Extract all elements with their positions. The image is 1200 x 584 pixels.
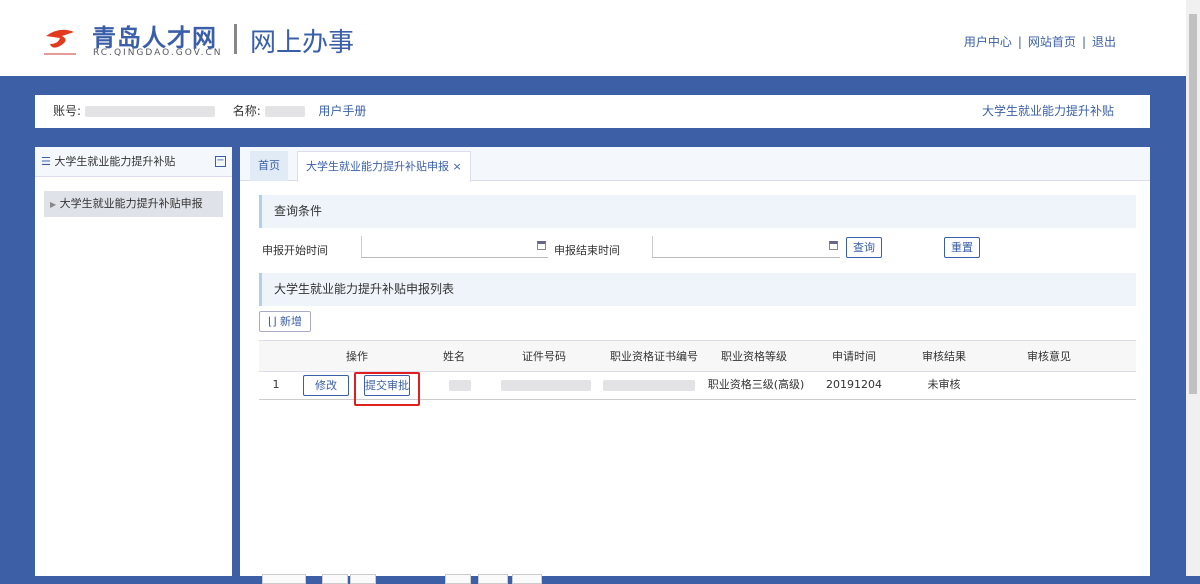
- cert-redacted: [603, 380, 695, 391]
- user-center-link[interactable]: 用户中心: [964, 35, 1012, 49]
- sidebar-title: 大学生就业能力提升补贴: [54, 155, 176, 168]
- col-action: 操作: [346, 350, 368, 363]
- tab-home[interactable]: 首页: [250, 151, 288, 181]
- account-bar: 账号: 名称: 用户手册 大学生就业能力提升补贴: [35, 95, 1150, 128]
- search-button[interactable]: 查询: [846, 237, 882, 258]
- sidebar-header: ☰ 大学生就业能力提升补贴 −: [35, 147, 232, 177]
- sidebar: ☰ 大学生就业能力提升补贴 − ▶ 大学生就业能力提升补贴申报: [35, 147, 232, 576]
- id-redacted: [501, 380, 591, 391]
- table-header: 操作 姓名 证件号码 职业资格证书编号 职业资格等级 申请时间 审核结果 审核意…: [259, 340, 1136, 372]
- scrollbar-thumb[interactable]: [1189, 14, 1197, 394]
- brand-domain: RC.QINGDAO.GOV.CN: [93, 48, 223, 58]
- logo-icon: [44, 29, 76, 55]
- col-id: 证件号码: [522, 350, 566, 363]
- row-level: 职业资格三级(高级): [707, 378, 805, 391]
- add-icon: ⌊⌋: [267, 315, 281, 328]
- add-label: 新增: [280, 315, 303, 328]
- row-status: 未审核: [927, 378, 961, 391]
- divider: [234, 24, 237, 54]
- home-site-link[interactable]: 网站首页: [1028, 35, 1076, 49]
- name-label: 名称:: [232, 104, 261, 118]
- site-slogan: 网上办事: [250, 28, 355, 58]
- add-button[interactable]: ⌊⌋ 新增: [259, 311, 311, 332]
- menu-icon: ☰: [41, 155, 51, 168]
- row-index: 1: [272, 378, 280, 391]
- reset-button[interactable]: 重置: [944, 237, 980, 258]
- end-time-label: 申报结束时间: [554, 244, 620, 257]
- user-manual-link[interactable]: 用户手册: [318, 104, 366, 118]
- collapse-icon[interactable]: −: [215, 156, 226, 167]
- account-value-redacted: [84, 106, 215, 117]
- col-date: 申请时间: [832, 350, 876, 363]
- highlight-box: [354, 372, 420, 406]
- col-level: 职业资格等级: [721, 350, 787, 363]
- calendar-icon[interactable]: [829, 241, 838, 250]
- col-status: 审核结果: [922, 350, 966, 363]
- tab-apply[interactable]: 大学生就业能力提升补贴申报 ×: [297, 151, 471, 182]
- account-label: 账号:: [53, 104, 82, 118]
- page-scrollbar[interactable]: [1186, 0, 1200, 576]
- tab-bar: 首页 大学生就业能力提升补贴申报 ×: [240, 147, 1150, 182]
- module-link[interactable]: 大学生就业能力提升补贴: [982, 95, 1114, 128]
- sidebar-item-apply[interactable]: ▶ 大学生就业能力提升补贴申报: [44, 191, 223, 217]
- start-time-label: 申报开始时间: [262, 244, 328, 257]
- list-section-title: 大学生就业能力提升补贴申报列表: [259, 273, 1136, 306]
- main-panel: 首页 大学生就业能力提升补贴申报 × 查询条件 申报开始时间 申报结束时间 查询…: [240, 147, 1150, 584]
- edit-button[interactable]: 修改: [303, 375, 349, 396]
- arrow-right-icon: ▶: [50, 200, 57, 209]
- logout-link[interactable]: 退出: [1092, 35, 1116, 49]
- start-time-input[interactable]: [361, 236, 548, 258]
- name-redacted: [449, 380, 471, 391]
- col-name: 姓名: [443, 350, 465, 363]
- query-section-title: 查询条件: [259, 195, 1136, 228]
- top-links: 用户中心 | 网站首页 | 退出: [963, 35, 1116, 49]
- site-header: 青岛人才网 RC.QINGDAO.GOV.CN 网上办事 用户中心 | 网站首页 | 退…: [0, 0, 1186, 76]
- end-time-input[interactable]: [652, 236, 840, 258]
- col-opinion: 审核意见: [1027, 350, 1071, 363]
- calendar-icon[interactable]: [537, 241, 546, 250]
- name-value-redacted: [264, 106, 305, 117]
- sidebar-item-label: 大学生就业能力提升补贴申报: [59, 197, 203, 210]
- row-date: 20191204: [826, 378, 882, 391]
- col-cert-no: 职业资格证书编号: [610, 350, 698, 363]
